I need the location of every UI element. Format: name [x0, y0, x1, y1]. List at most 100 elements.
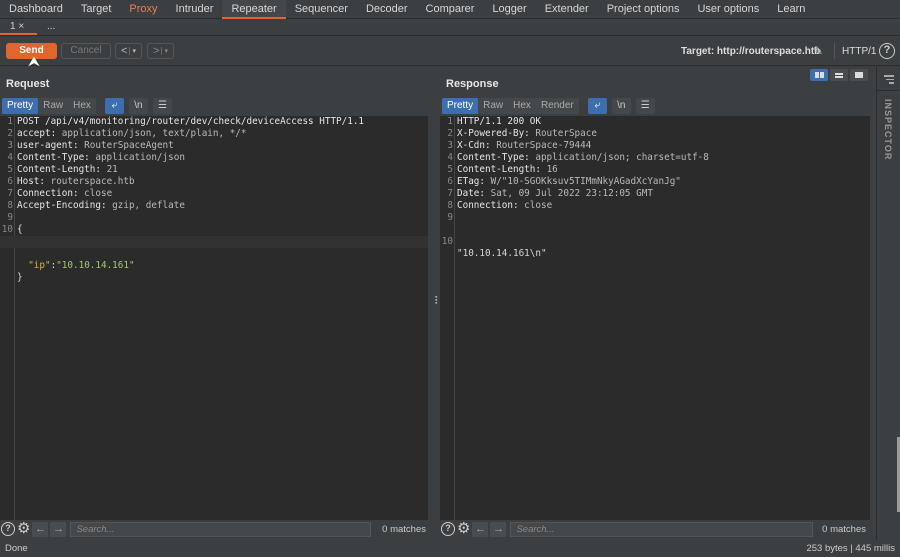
line-content: Content-Type: application/json	[17, 152, 185, 164]
header-name: X-Cdn:	[457, 140, 491, 151]
line-number: 4	[7, 152, 13, 163]
code-line: 7 Date: Sat, 09 Jul 2022 23:12:05 GMT	[440, 188, 870, 200]
line-content: Accept-Encoding: gzip, deflate	[17, 200, 185, 212]
line-content: ETag: W/"10-SGOKksuv5TIMmNkyAGadXcYanJg"	[457, 176, 681, 188]
header-value: application/json, text/plain, */*	[56, 128, 247, 139]
search-next-arrow-icon[interactable]: →	[50, 521, 67, 537]
history-back-button[interactable]: < ▾	[115, 43, 142, 59]
header-value: routerspace.htb	[45, 176, 135, 187]
header-value: RouterSpace	[529, 128, 597, 139]
show-newlines-button[interactable]: \n	[611, 98, 631, 114]
cancel-button[interactable]: Cancel	[61, 43, 111, 59]
header-value: close	[78, 188, 113, 199]
tab-decoder[interactable]: Decoder	[357, 0, 417, 19]
tab-user-options[interactable]: User options	[688, 0, 768, 19]
inspector-menu-icon[interactable]	[884, 75, 894, 86]
wrap-lines-icon[interactable]: ⤶	[104, 98, 124, 114]
search-prev-arrow-icon[interactable]: ←	[32, 521, 49, 537]
header-name: accept:	[17, 128, 57, 139]
tab-logger[interactable]: Logger	[483, 0, 535, 19]
menu-icon[interactable]: ☰	[152, 98, 172, 114]
drag-handle-icon[interactable]: ▪ ▪ ▪	[435, 294, 437, 307]
code-line: 4 Content-Type: application/json	[0, 152, 428, 164]
help-icon[interactable]: ?	[1, 522, 15, 536]
header-value: application/json; charset=utf-8	[529, 152, 709, 163]
repeater-tab-1[interactable]: 1 ×	[0, 19, 37, 35]
header-value: application/json	[89, 152, 185, 163]
inspector-label[interactable]: INSPECTOR	[883, 99, 893, 160]
code-line: 8 Accept-Encoding: gzip, deflate	[0, 200, 428, 212]
line-content: Date: Sat, 09 Jul 2022 23:12:05 GMT	[457, 188, 653, 200]
code-line: 10 {	[0, 224, 428, 236]
response-body: "10.10.14.161\n"	[457, 248, 547, 259]
line-number: 3	[447, 140, 453, 151]
help-icon[interactable]: ?	[879, 43, 895, 59]
header-value: W/"10-SGOKksuv5TIMmNkyAGadXcYanJg"	[485, 176, 681, 187]
search-next-arrow-icon[interactable]: →	[490, 521, 507, 537]
wrap-lines-icon[interactable]: ⤶	[587, 98, 607, 114]
json-body-line: "ip":"10.10.14.161"	[0, 236, 428, 271]
line-content: Connection: close	[17, 188, 112, 200]
help-icon[interactable]: ?	[441, 522, 455, 536]
search-prev-arrow-icon[interactable]: ←	[472, 521, 489, 537]
response-match-count: 0 matches	[822, 523, 866, 535]
line-number: 9	[447, 212, 453, 223]
tab-comparer[interactable]: Comparer	[417, 0, 484, 19]
header-value: 16	[540, 164, 558, 175]
tab-sequencer[interactable]: Sequencer	[286, 0, 357, 19]
header-name: Accept-Encoding:	[17, 200, 107, 211]
header-name: {	[17, 224, 23, 235]
tab-learn[interactable]: Learn	[768, 0, 814, 19]
line-number: 5	[7, 164, 13, 175]
code-line: 3 user-agent: RouterSpaceAgent	[0, 140, 428, 152]
tab-intruder[interactable]: Intruder	[167, 0, 223, 19]
line-number: 7	[447, 188, 453, 199]
gear-icon[interactable]: ⚙	[17, 521, 30, 536]
response-tab-render[interactable]: Render	[535, 98, 579, 114]
response-tab-hex[interactable]: Hex	[508, 98, 536, 114]
request-tab-pretty[interactable]: Pretty	[2, 98, 39, 114]
request-editor[interactable]: 1 POST /api/v4/monitoring/router/dev/chec…	[0, 116, 428, 520]
line-number: 7	[7, 188, 13, 199]
dropdown-icon[interactable]: ▾	[129, 47, 136, 55]
tab-target[interactable]: Target	[72, 0, 121, 19]
edit-target-icon[interactable]: ✎	[813, 44, 823, 58]
menu-icon[interactable]: ☰	[635, 98, 655, 114]
request-pane: Request Pretty Raw Hex ⤶ \n ☰ 1 POST /api…	[0, 67, 432, 540]
line-content: Content-Length: 16	[457, 164, 558, 176]
request-search-input[interactable]: Search...	[70, 521, 372, 537]
code-line: 5 Content-Length: 21	[0, 164, 428, 176]
pane-splitter[interactable]: ▪ ▪ ▪	[432, 67, 440, 540]
code-line: 3 X-Cdn: RouterSpace-79444	[440, 140, 870, 152]
header-name: Connection:	[457, 200, 519, 211]
response-tab-pretty[interactable]: Pretty	[442, 98, 479, 114]
request-search-bar: ? ⚙ ← → Search... 0 matches	[0, 520, 432, 538]
tab-project-options[interactable]: Project options	[598, 0, 689, 19]
tab-dashboard[interactable]: Dashboard	[0, 0, 72, 19]
request-tab-raw[interactable]: Raw	[38, 98, 69, 114]
dropdown-icon[interactable]: ▾	[161, 47, 168, 55]
line-number: 6	[7, 176, 13, 187]
response-tab-raw[interactable]: Raw	[478, 98, 509, 114]
response-editor[interactable]: 1 HTTP/1.1 200 OK 2 X-Powered-By: RouterSpa…	[440, 116, 870, 520]
new-repeater-tab[interactable]: ...	[37, 19, 65, 35]
header-value: 21	[100, 164, 118, 175]
http-version-toggle[interactable]: HTTP/1	[842, 46, 876, 57]
line-content: Content-Type: application/json; charset=…	[457, 152, 709, 164]
show-newlines-button[interactable]: \n	[128, 98, 148, 114]
line-content: accept: application/json, text/plain, */…	[17, 128, 247, 140]
header-name: ETag:	[457, 176, 485, 187]
tab-proxy[interactable]: Proxy	[120, 0, 166, 19]
response-search-input[interactable]: Search...	[510, 521, 814, 537]
line-content: Connection: close	[457, 200, 552, 212]
response-search-bar: ? ⚙ ← → Search... 0 matches	[440, 520, 872, 538]
line-number: 8	[7, 200, 13, 211]
tab-extender[interactable]: Extender	[536, 0, 598, 19]
tab-repeater[interactable]: Repeater	[222, 0, 286, 19]
gear-icon[interactable]: ⚙	[457, 521, 470, 536]
history-forward-button[interactable]: > ▾	[147, 43, 174, 59]
code-line: 8 Connection: close	[440, 200, 870, 212]
response-body-line: 10 "10.10.14.161\n"	[440, 224, 870, 259]
request-view-tabs: Pretty Raw Hex ⤶ \n ☰	[2, 98, 172, 114]
request-tab-hex[interactable]: Hex	[68, 98, 96, 114]
